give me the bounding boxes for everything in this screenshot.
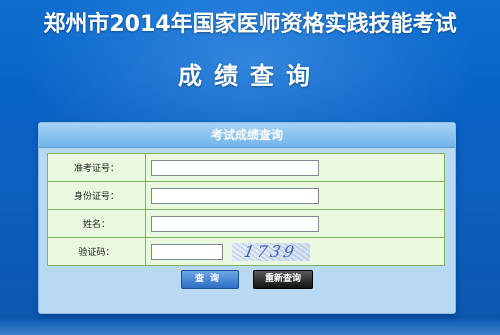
- name-input[interactable]: [151, 215, 319, 232]
- footer-glow: [0, 318, 500, 335]
- id-number-input[interactable]: [151, 187, 319, 204]
- exam-number-input[interactable]: [151, 159, 319, 176]
- query-button[interactable]: 查询: [181, 270, 239, 289]
- panel-title: 考试成绩查询: [39, 123, 455, 148]
- page-title: 郑州市2014年国家医师资格实践技能考试: [43, 12, 457, 37]
- score-query-panel: 考试成绩查询 准考证号： 身份证号： 姓名： 验证码： 1739 查询 重新查询: [38, 122, 456, 314]
- captcha-image[interactable]: 1739: [231, 241, 310, 261]
- captcha-label: 验证码：: [47, 237, 146, 266]
- form-row-id-number: 身份证号：: [47, 181, 445, 210]
- form-row-exam-number: 准考证号：: [47, 153, 445, 182]
- page-subtitle: 成绩查询: [178, 62, 322, 90]
- captcha-input[interactable]: [151, 243, 223, 260]
- form-row-name: 姓名：: [47, 209, 445, 238]
- reset-button[interactable]: 重新查询: [253, 270, 313, 289]
- name-label: 姓名：: [47, 209, 146, 238]
- exam-number-label: 准考证号：: [47, 153, 146, 182]
- captcha-text: 1739: [242, 241, 299, 261]
- query-form: 准考证号： 身份证号： 姓名： 验证码： 1739: [47, 153, 445, 266]
- form-row-captcha: 验证码： 1739: [47, 237, 445, 266]
- id-number-label: 身份证号：: [47, 181, 146, 210]
